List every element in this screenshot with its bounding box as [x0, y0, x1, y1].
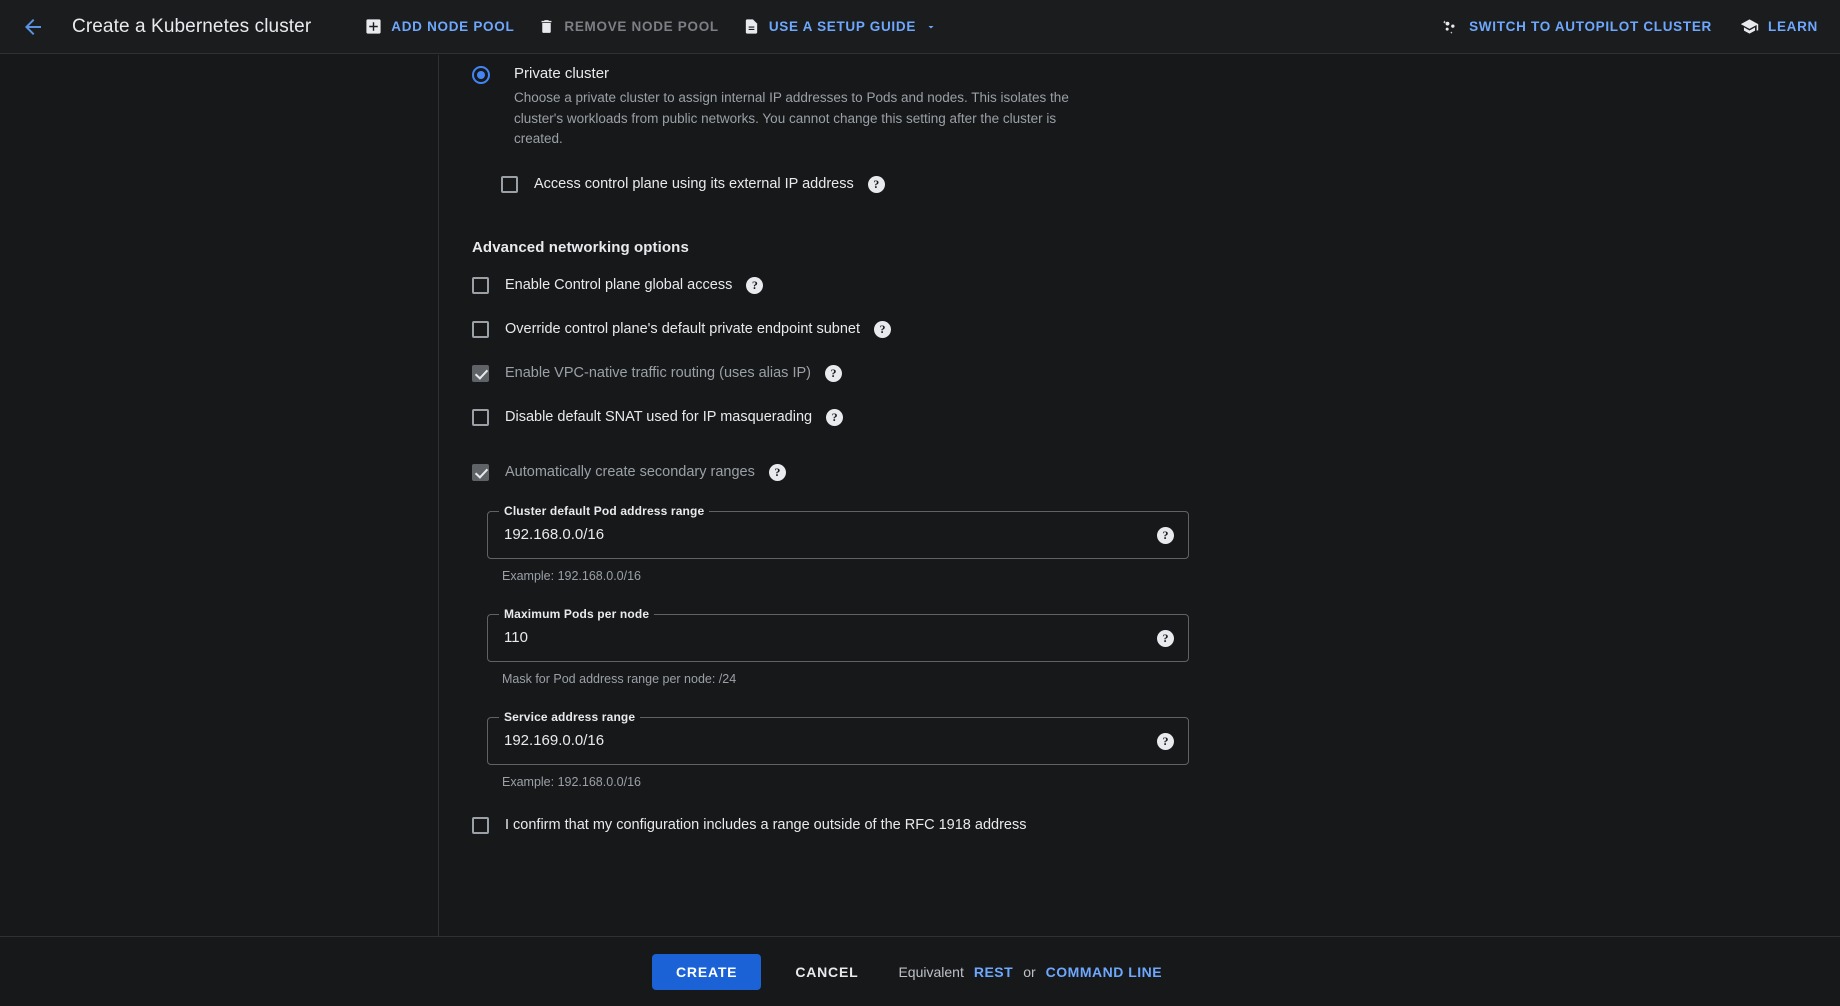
add-node-pool-label: ADD NODE POOL	[391, 19, 515, 34]
command-line-link[interactable]: COMMAND LINE	[1046, 964, 1162, 980]
add-node-pool-button[interactable]: ADD NODE POOL	[353, 11, 526, 42]
automatically-create-secondary-ranges-row: Automatically create secondary ranges ?	[472, 463, 1472, 481]
use-a-setup-guide-button[interactable]: USE A SETUP GUIDE	[731, 11, 949, 42]
page-header: Create a Kubernetes cluster ADD NODE POO…	[0, 0, 1840, 54]
main-content: Private cluster Choose a private cluster…	[472, 55, 1472, 834]
service-address-range-group: Service address range ? Example: 192.168…	[487, 709, 1472, 789]
remove-node-pool-button[interactable]: REMOVE NODE POOL	[526, 11, 730, 42]
chevron-down-icon	[925, 21, 937, 33]
rfc1918-confirm-label: I confirm that my configuration includes…	[505, 817, 1027, 833]
private-cluster-description: Choose a private cluster to assign inter…	[514, 90, 1069, 146]
rfc1918-confirm-row[interactable]: I confirm that my configuration includes…	[472, 816, 1472, 834]
create-cluster-page: Create a Kubernetes cluster ADD NODE POO…	[0, 0, 1840, 1006]
override-private-endpoint-subnet-label: Override control plane's default private…	[505, 321, 861, 337]
access-control-plane-external-ip-row[interactable]: Access control plane using its external …	[501, 175, 1472, 193]
enable-vpc-native-traffic-routing-label: Enable VPC-native traffic routing (uses …	[505, 365, 811, 381]
header-action-group: ADD NODE POOL REMOVE NODE POOL USE A SET…	[353, 11, 949, 42]
enable-vpc-native-traffic-routing-row: Enable VPC-native traffic routing (uses …	[472, 364, 1472, 382]
bottom-action-bar: CREATE CANCEL Equivalent REST or COMMAND…	[0, 937, 1840, 1006]
content-left-divider	[438, 55, 439, 936]
equivalent-links: Equivalent REST or COMMAND LINE	[898, 964, 1162, 980]
maximum-pods-per-node-group: Maximum Pods per node ? Mask for Pod add…	[487, 606, 1472, 686]
sparkle-icon	[1440, 17, 1460, 37]
equivalent-label: Equivalent	[898, 963, 964, 980]
maximum-pods-per-node-help-icon[interactable]: ?	[1157, 629, 1174, 647]
cluster-default-pod-address-range-field[interactable]: Cluster default Pod address range ?	[487, 503, 1189, 559]
enable-control-plane-global-access-checkbox[interactable]	[472, 276, 489, 294]
enable-vpc-native-traffic-routing-help-icon[interactable]: ?	[825, 364, 842, 382]
enable-control-plane-global-access-label: Enable Control plane global access	[505, 277, 733, 293]
use-a-setup-guide-label: USE A SETUP GUIDE	[768, 19, 917, 34]
enable-control-plane-global-access-row[interactable]: Enable Control plane global access ?	[472, 276, 1472, 294]
maximum-pods-per-node-field[interactable]: Maximum Pods per node ?	[487, 606, 1189, 662]
override-private-endpoint-subnet-row[interactable]: Override control plane's default private…	[472, 320, 1472, 338]
cluster-default-pod-address-range-group: Cluster default Pod address range ? Exam…	[487, 503, 1472, 583]
school-icon	[1740, 17, 1759, 36]
access-control-plane-external-ip-help-icon[interactable]: ?	[867, 175, 885, 193]
learn-button[interactable]: LEARN	[1728, 10, 1830, 43]
service-address-range-input[interactable]	[504, 732, 1124, 749]
override-private-endpoint-subnet-help-icon[interactable]: ?	[874, 320, 892, 338]
disable-default-snat-row[interactable]: Disable default SNAT used for IP masquer…	[472, 408, 1472, 426]
override-private-endpoint-subnet-checkbox[interactable]	[472, 320, 489, 338]
cluster-default-pod-address-range-label: Cluster default Pod address range	[499, 503, 710, 518]
private-cluster-text: Private cluster Choose a private cluster…	[514, 64, 1096, 150]
bottom-action-group: CREATE CANCEL Equivalent REST or COMMAND…	[652, 953, 1162, 990]
service-address-range-help-icon[interactable]: ?	[1157, 732, 1174, 750]
back-button[interactable]	[10, 4, 56, 50]
automatically-create-secondary-ranges-help-icon[interactable]: ?	[768, 463, 786, 481]
create-button[interactable]: CREATE	[652, 953, 762, 990]
header-right-group: SWITCH TO AUTOPILOT CLUSTER LEARN	[1428, 10, 1830, 44]
learn-label: LEARN	[1768, 19, 1818, 34]
maximum-pods-per-node-label: Maximum Pods per node	[499, 606, 655, 621]
access-control-plane-external-ip-label: Access control plane using its external …	[534, 176, 854, 192]
rest-link[interactable]: REST	[974, 964, 1013, 980]
arrow-left-icon	[21, 15, 45, 39]
access-control-plane-external-ip-checkbox[interactable]	[501, 175, 518, 193]
switch-to-autopilot-cluster-label: SWITCH TO AUTOPILOT CLUSTER	[1469, 19, 1712, 34]
private-cluster-radio[interactable]	[472, 66, 490, 84]
service-address-range-hint: Example: 192.168.0.0/16	[502, 774, 641, 789]
maximum-pods-per-node-input[interactable]	[504, 629, 1124, 646]
private-cluster-option[interactable]: Private cluster Choose a private cluster…	[472, 64, 1472, 150]
private-cluster-label: Private cluster	[514, 65, 610, 82]
service-address-range-label: Service address range	[499, 709, 641, 724]
page-title: Create a Kubernetes cluster	[72, 15, 312, 37]
document-icon	[743, 18, 760, 35]
automatically-create-secondary-ranges-checkbox	[472, 463, 489, 481]
automatically-create-secondary-ranges-label: Automatically create secondary ranges	[505, 464, 755, 480]
remove-node-pool-label: REMOVE NODE POOL	[564, 19, 719, 34]
service-address-range-field[interactable]: Service address range ?	[487, 709, 1189, 765]
cluster-default-pod-address-range-help-icon[interactable]: ?	[1157, 526, 1174, 544]
disable-default-snat-checkbox[interactable]	[472, 408, 489, 426]
switch-to-autopilot-cluster-button[interactable]: SWITCH TO AUTOPILOT CLUSTER	[1428, 10, 1724, 44]
disable-default-snat-help-icon[interactable]: ?	[826, 408, 844, 426]
advanced-networking-options-title: Advanced networking options	[472, 238, 689, 256]
enable-vpc-native-traffic-routing-checkbox	[472, 364, 489, 382]
trash-icon	[538, 18, 555, 35]
maximum-pods-per-node-hint: Mask for Pod address range per node: /24	[502, 671, 737, 686]
cluster-default-pod-address-range-input[interactable]	[504, 526, 1124, 543]
or-label: or	[1023, 963, 1036, 980]
plus-box-icon	[365, 18, 382, 35]
enable-control-plane-global-access-help-icon[interactable]: ?	[746, 276, 764, 294]
disable-default-snat-label: Disable default SNAT used for IP masquer…	[505, 409, 813, 425]
cluster-default-pod-address-range-hint: Example: 192.168.0.0/16	[502, 568, 641, 583]
rfc1918-confirm-checkbox[interactable]	[472, 816, 489, 834]
cancel-button[interactable]: CANCEL	[777, 954, 876, 990]
